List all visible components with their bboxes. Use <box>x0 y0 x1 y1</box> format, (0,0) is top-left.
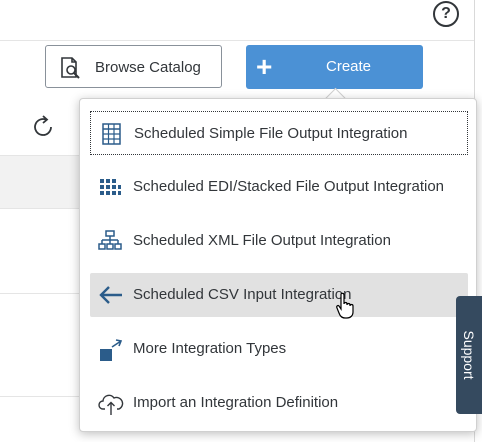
menu-item-label: Scheduled CSV Input Integration <box>133 286 352 303</box>
arrow-left-icon <box>98 283 124 307</box>
hand-pointer-icon <box>336 292 356 325</box>
cloud-upload-icon <box>98 391 124 415</box>
create-label: Create <box>326 58 372 75</box>
help-icon[interactable]: ? <box>433 1 459 27</box>
menu-item-csv-input[interactable]: Scheduled CSV Input Integration <box>90 273 468 317</box>
menu-item-simple-file-output[interactable]: Scheduled Simple File Output Integration <box>90 111 468 155</box>
refresh-icon[interactable] <box>32 114 56 145</box>
menu-item-label: Scheduled EDI/Stacked File Output Integr… <box>133 178 445 195</box>
catalog-search-icon <box>58 56 84 85</box>
menu-item-label: Import an Integration Definition <box>133 394 339 411</box>
support-tab[interactable]: Support <box>456 296 482 414</box>
header-divider <box>0 40 475 41</box>
menu-item-label: More Integration Types <box>133 340 287 357</box>
menu-item-label: Scheduled Simple File Output Integration <box>134 125 408 142</box>
menu-item-label: Scheduled XML File Output Integration <box>133 232 391 249</box>
menu-item-import-definition[interactable]: Import an Integration Definition <box>90 381 468 425</box>
create-button[interactable]: + Create <box>246 45 423 89</box>
support-label: Support <box>461 330 477 380</box>
menu-item-xml-output[interactable]: Scheduled XML File Output Integration <box>90 219 468 263</box>
create-menu: Scheduled Simple File Output Integration… <box>79 98 477 432</box>
stacked-blocks-icon <box>98 175 124 199</box>
menu-item-more-types[interactable]: More Integration Types <box>90 327 468 371</box>
browse-catalog-label: Browse Catalog <box>95 59 201 76</box>
browse-catalog-button[interactable]: Browse Catalog <box>45 45 222 88</box>
table-grid-icon <box>99 122 125 146</box>
header-bar <box>0 0 475 40</box>
hierarchy-icon <box>98 229 124 253</box>
box-arrow-out-icon <box>98 337 124 361</box>
menu-item-edi-stacked-output[interactable]: Scheduled EDI/Stacked File Output Integr… <box>90 165 468 209</box>
plus-icon: + <box>256 51 273 82</box>
